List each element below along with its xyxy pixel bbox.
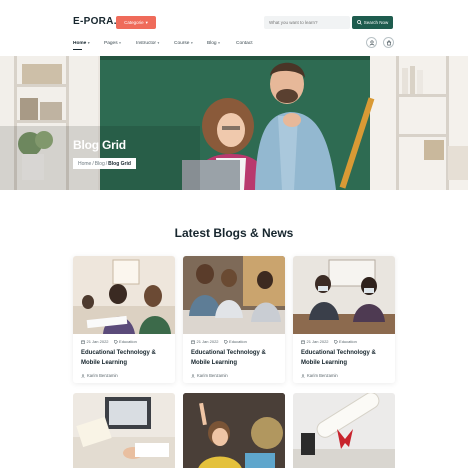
user-icon [81, 373, 85, 378]
blog-card-title-line: Educational Technology & [301, 350, 376, 356]
blog-card-date: 21 Jan 2022 [191, 339, 219, 344]
breadcrumb-separator: / [105, 160, 108, 167]
blog-card-title[interactable]: Educational Technology & Mobile Learning [191, 349, 279, 368]
nav-item-course[interactable]: Course ▾ [174, 38, 207, 48]
main-nav: Home ▾ Pages ▾ Instructor ▾ Course ▾ Blo… [73, 38, 261, 50]
nav-item-label: Pages [104, 40, 118, 46]
chevron-down-icon: ▾ [157, 41, 160, 45]
calendar-icon [81, 340, 85, 344]
hero-banner: Blog Grid Home / Blog / Blog Grid [0, 56, 468, 190]
chevron-down-icon: ▾ [145, 19, 148, 25]
blog-card-image[interactable] [73, 256, 175, 334]
user-icon [369, 40, 374, 46]
nav-item-pages[interactable]: Pages ▾ [104, 38, 136, 48]
blog-card-title-line: Mobile Learning [191, 359, 238, 366]
nav-item-label: Course [174, 40, 190, 46]
account-button[interactable] [366, 37, 377, 48]
blog-card-date-text: 21 Jan 2022 [86, 339, 109, 344]
blog-card-image[interactable] [293, 393, 395, 468]
section-title: Latest Blogs & News [174, 226, 294, 240]
nav-item-contact[interactable]: Contact [236, 38, 261, 48]
blog-card-meta: 21 Jan 2022 Education [191, 339, 247, 344]
tag-icon [333, 339, 338, 344]
breadcrumb: Home / Blog / Blog Grid [73, 158, 136, 169]
site-header: E-PORA. Categorie ▾ Search Now Home ▾ Pa… [0, 0, 468, 56]
blog-card-category[interactable]: Education [223, 339, 247, 344]
calendar-icon [191, 340, 195, 344]
breadcrumb-blog[interactable]: Blog [95, 161, 105, 167]
blog-card[interactable]: 21 Jan 2022 Education Educational Techno… [183, 256, 285, 383]
cart-icon [386, 40, 391, 45]
site-logo[interactable]: E-PORA. [73, 16, 117, 27]
blog-card-date: 21 Jan 2022 [301, 339, 329, 344]
blog-card[interactable]: 21 Jan 2022 Education Educational Techno… [293, 256, 395, 383]
hero-photo [0, 56, 468, 190]
nav-item-label: Blog [207, 40, 217, 46]
blog-card-category[interactable]: Education [113, 339, 137, 344]
blog-card-photo [73, 393, 175, 468]
blog-card-image[interactable] [183, 256, 285, 334]
breadcrumb-current: Blog Grid [108, 160, 131, 167]
blog-card-author[interactable]: Karim Benzamin [81, 373, 118, 378]
blog-card-author-name: Karim Benzamin [197, 373, 228, 378]
blog-card-photo [183, 393, 285, 468]
blog-card-category[interactable]: Education [333, 339, 357, 344]
cart-button[interactable] [383, 37, 394, 48]
breadcrumb-home[interactable]: Home [78, 161, 91, 167]
page-title: Blog Grid [73, 138, 126, 152]
search-icon [356, 20, 362, 25]
blog-card-image[interactable] [183, 393, 285, 468]
nav-item-label: Instructor [136, 40, 156, 46]
nav-item-home[interactable]: Home ▾ [73, 38, 104, 50]
blog-card-category-text: Education [339, 339, 357, 344]
blog-card-author[interactable]: Karim Benzamin [191, 373, 228, 378]
chevron-down-icon: ▾ [190, 41, 193, 45]
category-button-label: Categorie [124, 20, 144, 25]
blog-card-author-name: Karim Benzamin [87, 373, 118, 378]
user-icon [301, 373, 305, 378]
nav-item-label: Contact [236, 40, 253, 46]
nav-item-instructor[interactable]: Instructor ▾ [136, 38, 174, 48]
chevron-down-icon: ▾ [87, 41, 90, 45]
blog-card-author[interactable]: Karim Benzamin [301, 373, 338, 378]
blog-card-date-text: 21 Jan 2022 [196, 339, 219, 344]
blog-card-title[interactable]: Educational Technology & Mobile Learning [301, 349, 389, 368]
blog-card-photo [293, 393, 395, 468]
search-button-label: Search Now [363, 20, 389, 25]
search-input[interactable] [264, 16, 350, 29]
nav-item-label: Home [73, 40, 87, 46]
nav-item-blog[interactable]: Blog ▾ [207, 38, 236, 48]
blog-card-title-line: Educational Technology & [191, 350, 266, 356]
blog-card-image[interactable] [293, 256, 395, 334]
tag-icon [113, 339, 118, 344]
blog-card-image[interactable] [73, 393, 175, 468]
blog-card-title-line: Educational Technology & [81, 350, 156, 356]
blog-card-category-text: Education [229, 339, 247, 344]
blog-card-meta: 21 Jan 2022 Education [301, 339, 357, 344]
blog-card-title-line: Mobile Learning [81, 359, 128, 366]
blog-card-date-text: 21 Jan 2022 [306, 339, 329, 344]
chevron-down-icon: ▾ [119, 41, 121, 45]
blog-card-title-line: Mobile Learning [301, 359, 348, 366]
blog-card-title[interactable]: Educational Technology & Mobile Learning [81, 349, 169, 368]
blog-card-category-text: Education [119, 339, 137, 344]
search-button[interactable]: Search Now [352, 16, 393, 29]
blog-card-meta: 21 Jan 2022 Education [81, 339, 137, 344]
blog-card[interactable]: 21 Jan 2022 Education Educational Techno… [73, 256, 175, 383]
tag-icon [223, 339, 228, 344]
user-icon [191, 373, 195, 378]
blog-card-author-name: Karim Benzamin [307, 373, 338, 378]
breadcrumb-separator: / [92, 160, 94, 167]
chevron-down-icon: ▾ [218, 41, 220, 45]
blog-card-date: 21 Jan 2022 [81, 339, 109, 344]
category-button[interactable]: Categorie ▾ [116, 16, 156, 29]
calendar-icon [301, 340, 305, 344]
